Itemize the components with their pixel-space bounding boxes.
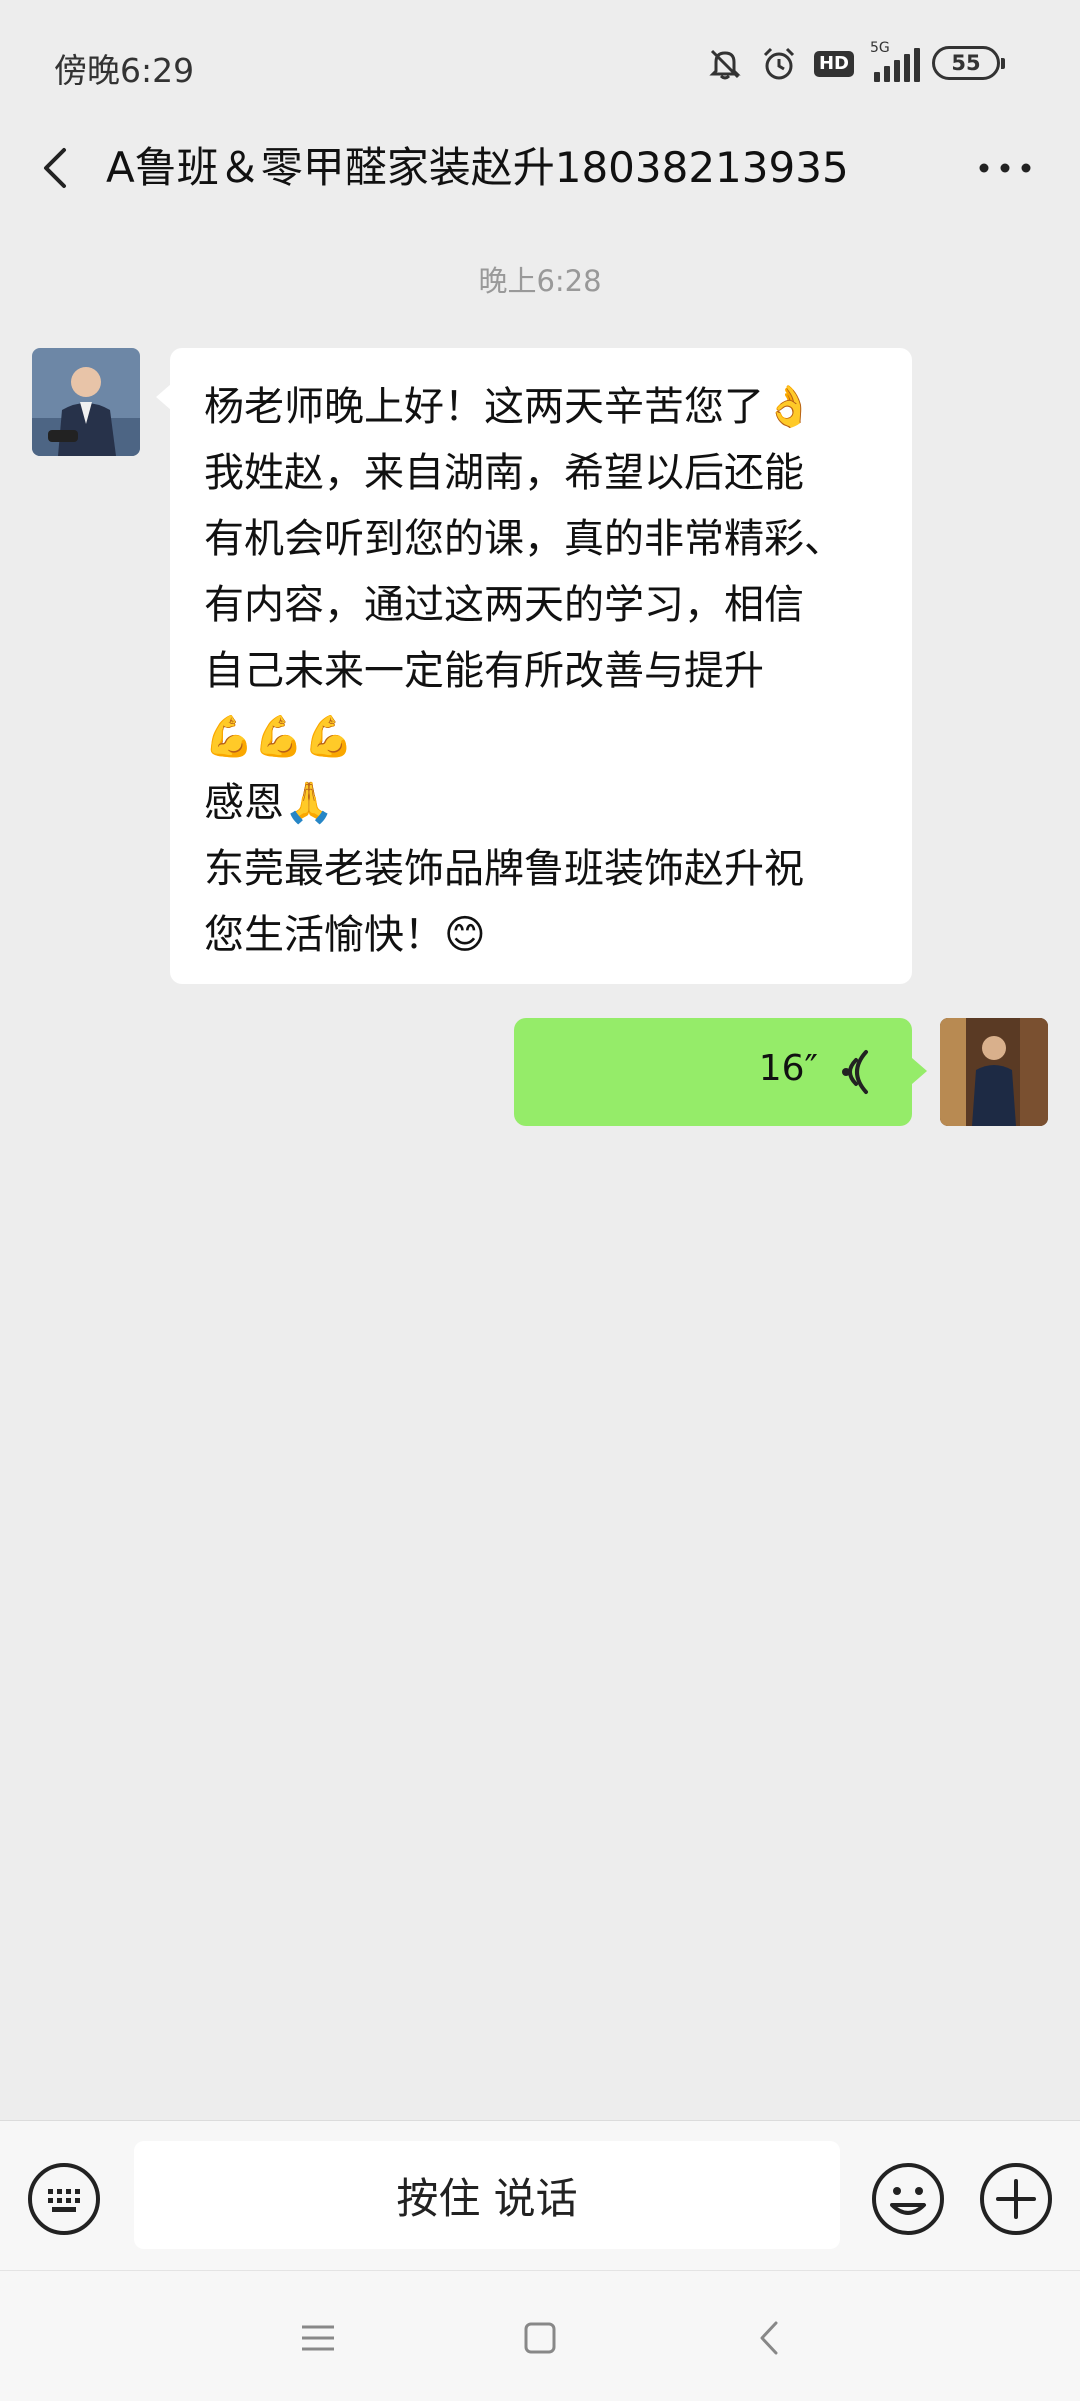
message-line: 感恩🙏 [204,780,334,826]
network-type-label: 5G [870,40,890,56]
message-line: 有内容，通过这两天的学习，相信 [204,582,804,628]
nav-menu-button[interactable] [288,2313,348,2363]
hd-icon: HD [813,51,854,77]
back-icon [760,2321,778,2355]
message-line: 💪💪💪 [204,714,354,760]
status-bar: 傍晚6:29 HD 5G 55 [0,0,1080,128]
nav-home-button[interactable] [510,2313,570,2363]
message-line: 自己未来一定能有所改善与提升 [204,648,764,694]
voice-duration: 16″ [758,1048,818,1089]
chevron-left-icon [44,148,66,188]
chat-header: A鲁班＆零甲醛家装赵升18038213935 [0,128,1080,208]
message-line: 杨老师晚上好！这两天辛苦您了👌 [204,384,814,430]
emoji-icon [872,2163,944,2235]
back-button[interactable] [30,136,90,200]
message-line: 有机会听到您的课，真的非常精彩、 [204,516,844,562]
plus-icon [980,2163,1052,2235]
voice-wave-icon [842,1050,868,1094]
chat-title: A鲁班＆零甲醛家装赵升18038213935 [106,143,849,192]
home-icon [524,2322,556,2354]
message-line: 您生活愉快！😊 [204,912,486,958]
nav-back-button[interactable] [740,2313,800,2363]
status-time: 傍晚6:29 [54,51,195,90]
menu-icon [302,2325,334,2351]
alarm-icon [760,45,798,83]
battery-icon: 55 [932,46,1005,80]
plus-button[interactable] [976,2159,1056,2239]
message-timestamp: 晚上6:28 [478,264,602,298]
incoming-message-bubble[interactable]: 杨老师晚上好！这两天辛苦您了👌 我姓赵，来自湖南，希望以后还能 有机会听到您的课… [156,348,912,984]
voice-message-bubble[interactable]: 16″ [514,1018,927,1126]
my-avatar[interactable] [940,1018,1048,1126]
more-button[interactable] [970,136,1040,200]
message-line: 我姓赵，来自湖南，希望以后还能 [204,450,804,496]
system-nav-bar [0,2270,1080,2401]
keyboard-button[interactable] [24,2159,104,2239]
hold-to-talk-button[interactable]: 按住 说话 [134,2141,840,2249]
message-line: 东莞最老装饰品牌鲁班装饰赵升祝 [204,846,804,892]
mute-icon [706,45,744,83]
keyboard-icon [28,2163,100,2235]
signal-icon: 5G [870,40,920,82]
status-icons: HD 5G [706,40,920,86]
more-dots-icon [979,163,1031,173]
emoji-button[interactable] [868,2159,948,2239]
contact-avatar[interactable] [32,348,140,456]
input-bar: 按住 说话 [0,2120,1080,2271]
